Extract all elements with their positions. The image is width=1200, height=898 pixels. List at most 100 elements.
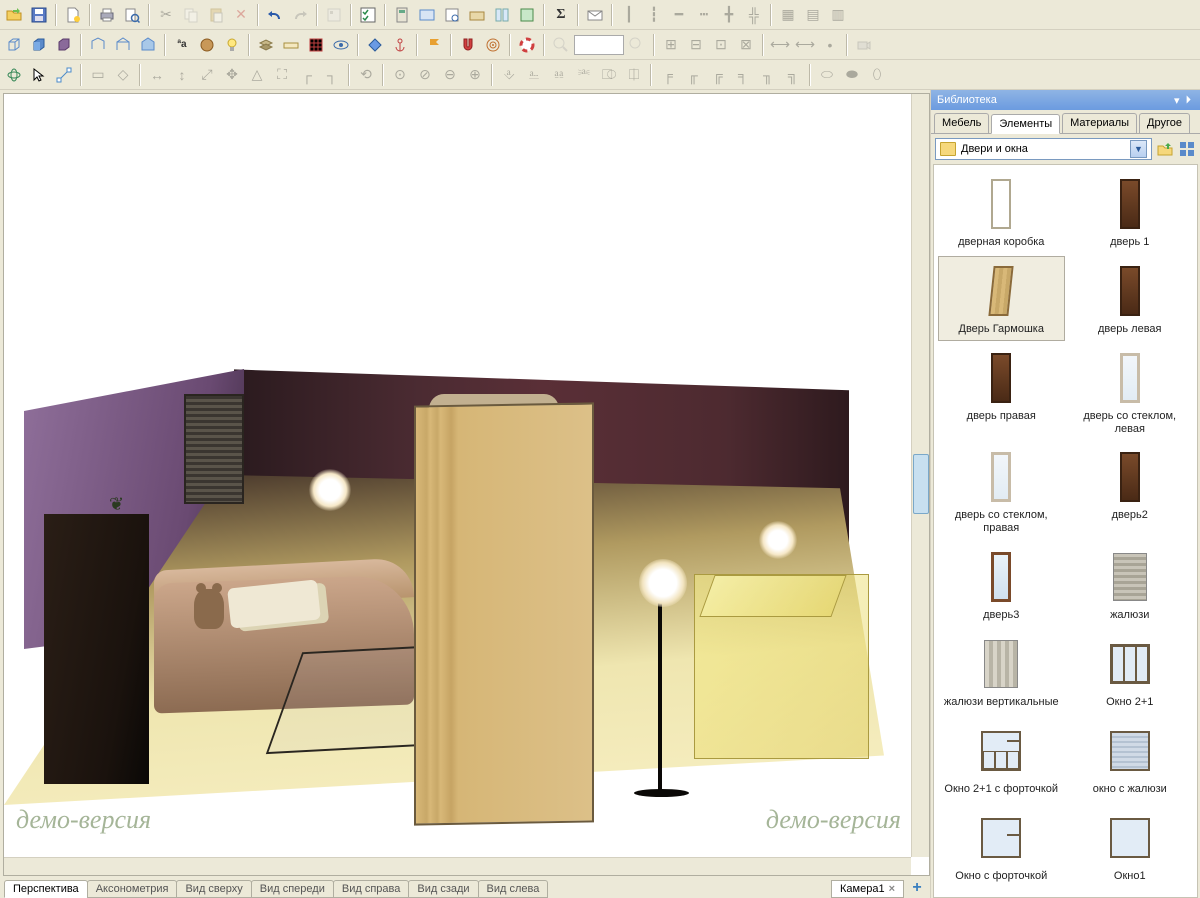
new-doc-icon[interactable]	[61, 3, 85, 27]
sigma-icon[interactable]: Σ	[549, 3, 573, 27]
library-item[interactable]: Окно 2+1	[1067, 629, 1194, 714]
library-item[interactable]: Дверь Гармошка	[938, 256, 1065, 341]
scrollbar-vertical[interactable]	[911, 94, 929, 857]
camera-tab[interactable]: Камера1 ×	[831, 880, 904, 898]
library-item[interactable]: дверь со стеклом, правая	[938, 442, 1065, 539]
library-item[interactable]: жалюзи	[1067, 542, 1194, 627]
library-thumb	[1095, 547, 1165, 607]
room-3-icon[interactable]	[136, 33, 160, 57]
library-thumb	[966, 808, 1036, 868]
floor-lamp-bulb	[639, 559, 687, 607]
sphere-icon[interactable]	[195, 33, 219, 57]
grid-icon[interactable]	[304, 33, 328, 57]
print-preview-icon[interactable]	[120, 3, 144, 27]
library-thumb	[1095, 721, 1165, 781]
tool-b-icon[interactable]	[440, 3, 464, 27]
dist-2-icon: ▤	[801, 3, 825, 27]
checklist-icon[interactable]	[356, 3, 380, 27]
zoom-input[interactable]	[574, 35, 624, 55]
library-item[interactable]: Окно с форточкой	[938, 803, 1065, 888]
tool-d-icon[interactable]	[490, 3, 514, 27]
t25-icon: ╕	[731, 63, 755, 87]
library-grid: дверная коробкадверь 1 Дверь Гармошка двер…	[933, 164, 1198, 898]
view-tab[interactable]: Вид спереди	[251, 880, 334, 898]
anchor-icon[interactable]	[388, 33, 412, 57]
library-item[interactable]: дверь 1	[1067, 169, 1194, 254]
open-icon[interactable]	[2, 3, 26, 27]
lifebelt-icon[interactable]	[515, 33, 539, 57]
library-item[interactable]: окно с жалюзи	[1067, 716, 1194, 801]
library-label: Окно 2+1	[1106, 696, 1153, 709]
diamond-icon[interactable]	[363, 33, 387, 57]
panel-tab[interactable]: Материалы	[1062, 113, 1137, 133]
rotate3d-icon[interactable]	[2, 63, 26, 87]
close-icon[interactable]: ×	[889, 883, 895, 895]
category-combo[interactable]: Двери и окна ▼	[935, 138, 1152, 160]
paste-icon	[204, 3, 228, 27]
text-icon[interactable]: ªa	[170, 33, 194, 57]
library-item[interactable]: Окно 2+1 с форточкой	[938, 716, 1065, 801]
mail-icon[interactable]	[583, 3, 607, 27]
viewport-3d[interactable]: ❦ демо-версия демо-версия	[3, 93, 930, 876]
g2-icon: ⊟	[684, 33, 708, 57]
bulb-icon[interactable]	[220, 33, 244, 57]
library-thumb	[966, 447, 1036, 507]
node-edit-icon[interactable]	[52, 63, 76, 87]
t18-icon: ⎂	[547, 63, 571, 87]
library-label: дверь левая	[1098, 323, 1162, 336]
pointer-icon[interactable]	[27, 63, 51, 87]
scrollbar-horizontal[interactable]	[4, 857, 911, 875]
teddy-bear	[194, 589, 224, 629]
magnet-icon[interactable]	[456, 33, 480, 57]
room-2-icon[interactable]	[111, 33, 135, 57]
room-1-icon[interactable]	[86, 33, 110, 57]
t4-icon: ↕	[170, 63, 194, 87]
category-row: Двери и окна ▼	[931, 134, 1200, 164]
eye-icon[interactable]	[329, 33, 353, 57]
ruler-icon[interactable]	[279, 33, 303, 57]
t27-icon: ╗	[781, 63, 805, 87]
viewport-wrap: ❦ демо-версия демо-версия ПерспективаАкс…	[0, 90, 930, 898]
library-item[interactable]: дверь2	[1067, 442, 1194, 539]
view-tab[interactable]: Вид справа	[333, 880, 410, 898]
save-icon[interactable]	[27, 3, 51, 27]
library-item[interactable]: жалюзи вертикальные	[938, 629, 1065, 714]
view-tab[interactable]: Вид сверху	[176, 880, 251, 898]
library-item[interactable]: дверь правая	[938, 343, 1065, 440]
undo-icon[interactable]	[263, 3, 287, 27]
panel-tab[interactable]: Мебель	[934, 113, 989, 133]
box-solid-icon[interactable]	[27, 33, 51, 57]
toolbar-3: ▭ ◇ ↔ ↕ ⤢ ✥ △ ⛶ ┌ ┐ ⟲ ⊙ ⊘ ⊖ ⊕ ⎀ ⎁ ⎂ ⎃ ⎄ …	[0, 60, 1200, 90]
panel-menu-icon[interactable]: ▾	[1171, 94, 1183, 107]
add-tab-button[interactable]: +	[908, 880, 926, 898]
calc-icon[interactable]	[390, 3, 414, 27]
panel-close-icon[interactable]: ⏵	[1183, 94, 1195, 107]
library-item[interactable]: дверь левая	[1067, 256, 1194, 341]
view-tab[interactable]: Перспектива	[4, 880, 88, 898]
view-tab[interactable]: Аксонометрия	[87, 880, 178, 898]
library-panel: Библиотека ▾ ⏵ МебельЭлементыМатериалыДр…	[930, 90, 1200, 898]
box-wire-icon[interactable]	[2, 33, 26, 57]
view-tab[interactable]: Вид слева	[478, 880, 549, 898]
panel-tab[interactable]: Элементы	[991, 114, 1060, 134]
panel-tab[interactable]: Другое	[1139, 113, 1190, 133]
up-folder-icon[interactable]	[1156, 140, 1174, 158]
library-item[interactable]: дверная коробка	[938, 169, 1065, 254]
tool-a-icon[interactable]	[415, 3, 439, 27]
layer-icon[interactable]	[254, 33, 278, 57]
flag-icon[interactable]	[422, 33, 446, 57]
tool-c-icon[interactable]	[465, 3, 489, 27]
chevron-down-icon[interactable]: ▼	[1130, 140, 1147, 158]
tool-e-icon[interactable]	[515, 3, 539, 27]
view-tab[interactable]: Вид сзади	[408, 880, 478, 898]
library-item[interactable]: дверь3	[938, 542, 1065, 627]
library-item[interactable]: дверь со стеклом, левая	[1067, 343, 1194, 440]
print-icon[interactable]	[95, 3, 119, 27]
t17-icon: ⎁	[522, 63, 546, 87]
box-shade-icon[interactable]	[52, 33, 76, 57]
dim-h-icon: ⟷	[768, 33, 792, 57]
library-item[interactable]: Окно1	[1067, 803, 1194, 888]
view-mode-icon[interactable]	[1178, 140, 1196, 158]
target-icon[interactable]	[481, 33, 505, 57]
library-label: Дверь Гармошка	[959, 323, 1044, 336]
